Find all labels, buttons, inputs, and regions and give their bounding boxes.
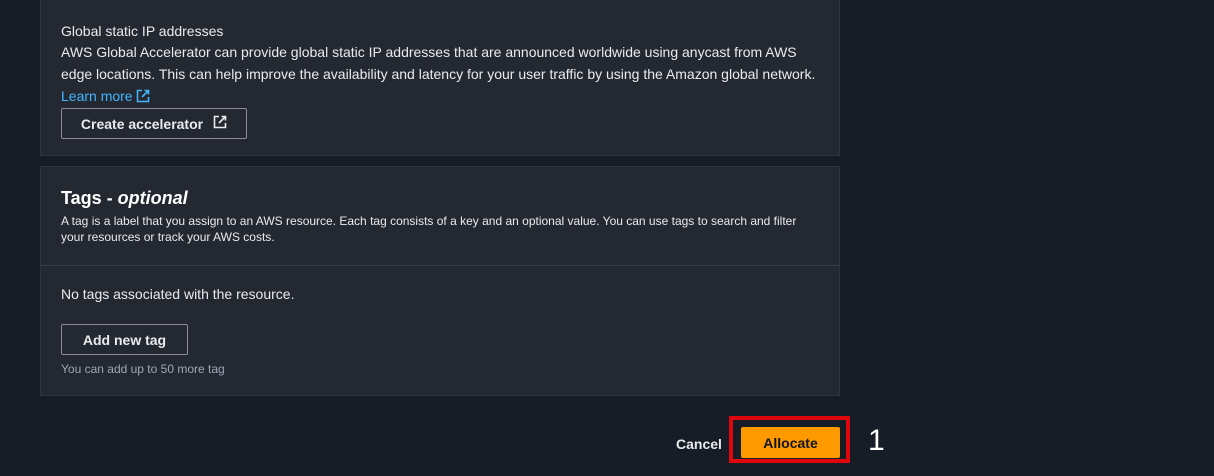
step-number-annotation: 1 bbox=[868, 424, 885, 457]
no-tags-message: No tags associated with the resource. bbox=[61, 286, 295, 302]
create-accelerator-label: Create accelerator bbox=[80, 115, 204, 132]
tags-divider bbox=[41, 265, 839, 266]
global-ip-title: Global static IP addresses bbox=[61, 23, 224, 39]
learn-more-link[interactable]: Learn more bbox=[61, 88, 150, 104]
cancel-button[interactable]: Cancel bbox=[676, 435, 722, 453]
tag-limit-hint: You can add up to 50 more tag bbox=[61, 362, 225, 376]
external-link-icon bbox=[136, 87, 150, 109]
tags-description: A tag is a label that you assign to an A… bbox=[61, 214, 797, 244]
learn-more-label: Learn more bbox=[61, 88, 133, 104]
allocate-button[interactable]: Allocate bbox=[741, 427, 840, 458]
global-ip-description: AWS Global Accelerator can provide globa… bbox=[61, 41, 821, 109]
add-new-tag-button[interactable]: Add new tag bbox=[61, 324, 188, 355]
external-link-icon bbox=[213, 115, 227, 132]
tags-title: Tags - bbox=[61, 188, 118, 208]
tags-panel: Tags - optional A tag is a label that yo… bbox=[40, 166, 840, 396]
create-accelerator-button[interactable]: Create accelerator bbox=[61, 108, 247, 139]
global-static-ip-panel: Global static IP addresses AWS Global Ac… bbox=[40, 0, 840, 156]
tags-heading: Tags - optional bbox=[61, 187, 188, 209]
tags-optional-label: optional bbox=[117, 188, 188, 208]
global-ip-description-text: AWS Global Accelerator can provide globa… bbox=[61, 44, 816, 82]
